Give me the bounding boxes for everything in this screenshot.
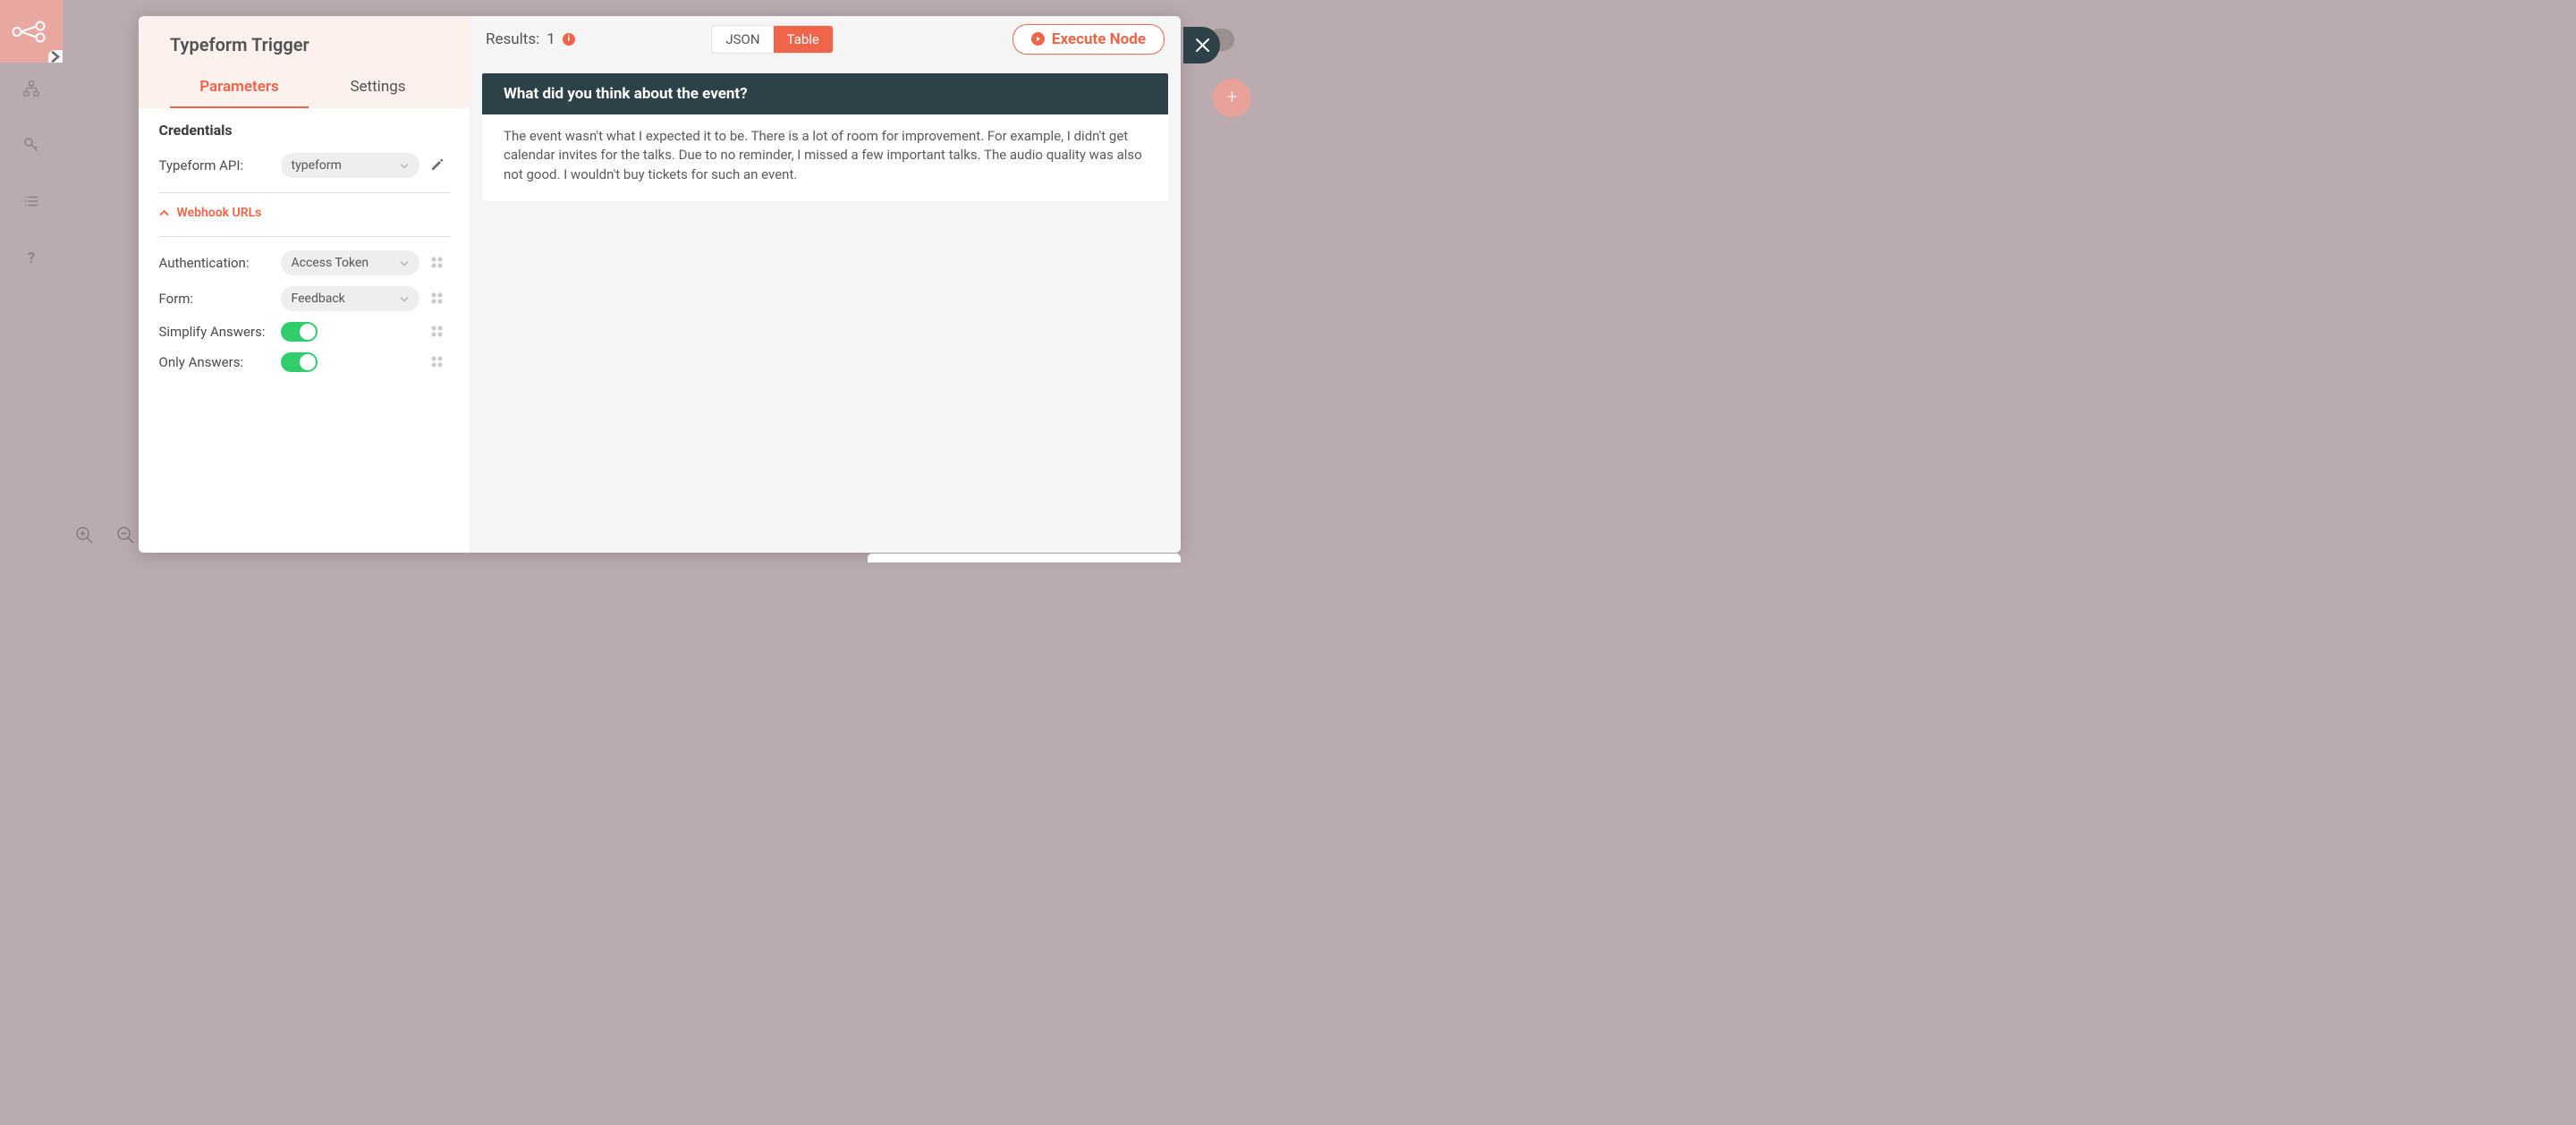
close-icon bbox=[1194, 37, 1211, 54]
bottom-panel-peek[interactable] bbox=[868, 554, 1181, 562]
view-table-button[interactable]: Table bbox=[774, 26, 833, 53]
param-options-icon[interactable] bbox=[429, 354, 445, 371]
simplify-label: Simplify Answers: bbox=[159, 324, 281, 340]
edit-credential-icon[interactable] bbox=[430, 157, 445, 173]
info-icon[interactable]: i bbox=[563, 33, 575, 46]
credentials-heading: Credentials bbox=[159, 122, 450, 139]
view-mode-segmented: JSON Table bbox=[711, 25, 834, 54]
result-question: What did you think about the event? bbox=[482, 73, 1168, 114]
execute-node-button[interactable]: Execute Node bbox=[1013, 24, 1165, 55]
credentials-icon[interactable] bbox=[23, 137, 39, 153]
chevron-down-icon bbox=[400, 158, 409, 173]
tab-settings[interactable]: Settings bbox=[309, 66, 447, 108]
zoom-controls bbox=[75, 526, 135, 545]
chevron-down-icon bbox=[400, 292, 409, 306]
form-select[interactable]: Feedback bbox=[281, 286, 419, 311]
credential-label: Typeform API: bbox=[159, 157, 281, 173]
param-options-icon[interactable] bbox=[429, 255, 445, 272]
app-logo[interactable] bbox=[0, 0, 63, 63]
workflows-icon[interactable] bbox=[23, 80, 39, 97]
config-tabs: Parameters Settings bbox=[170, 66, 447, 108]
play-icon bbox=[1031, 32, 1045, 46]
app-sidebar: ? bbox=[0, 0, 63, 562]
form-label: Form: bbox=[159, 291, 281, 307]
only-answers-label: Only Answers: bbox=[159, 354, 281, 370]
help-icon[interactable]: ? bbox=[23, 250, 39, 266]
simplify-toggle[interactable] bbox=[281, 322, 318, 342]
sidebar-collapse-toggle[interactable] bbox=[48, 50, 63, 63]
zoom-out-icon[interactable] bbox=[116, 526, 135, 545]
result-card: What did you think about the event? The … bbox=[482, 73, 1168, 201]
executions-icon[interactable] bbox=[23, 193, 39, 209]
param-options-icon[interactable] bbox=[429, 324, 445, 341]
zoom-in-icon[interactable] bbox=[75, 526, 94, 545]
webhook-urls-label: Webhook URLs bbox=[177, 206, 262, 220]
chevron-up-icon bbox=[159, 209, 169, 216]
param-options-icon[interactable] bbox=[429, 291, 445, 308]
auth-select[interactable]: Access Token bbox=[281, 250, 419, 275]
credential-value: typeform bbox=[292, 158, 342, 173]
node-output-panel: Results: 1 i JSON Table Execute Node Wh bbox=[470, 16, 1181, 554]
view-json-button[interactable]: JSON bbox=[712, 26, 773, 53]
node-config-panel: Typeform Trigger Parameters Settings Cre… bbox=[139, 16, 470, 554]
add-node-button[interactable]: + bbox=[1213, 79, 1251, 117]
tab-parameters[interactable]: Parameters bbox=[170, 66, 309, 108]
chevron-down-icon bbox=[400, 256, 409, 270]
webhook-urls-toggle[interactable]: Webhook URLs bbox=[159, 202, 450, 227]
close-button[interactable] bbox=[1183, 27, 1220, 63]
auth-value: Access Token bbox=[292, 256, 369, 270]
credential-select[interactable]: typeform bbox=[281, 153, 419, 178]
node-editor-modal: Typeform Trigger Parameters Settings Cre… bbox=[139, 16, 1181, 554]
result-answer: The event wasn't what I expected it to b… bbox=[482, 114, 1168, 201]
only-answers-toggle[interactable] bbox=[281, 352, 318, 372]
auth-label: Authentication: bbox=[159, 255, 281, 271]
execute-label: Execute Node bbox=[1052, 30, 1146, 48]
form-value: Feedback bbox=[292, 292, 345, 306]
svg-text:?: ? bbox=[28, 250, 35, 266]
results-count: 1 bbox=[547, 30, 555, 48]
results-label: Results: bbox=[486, 30, 539, 48]
node-title: Typeform Trigger bbox=[170, 34, 447, 55]
